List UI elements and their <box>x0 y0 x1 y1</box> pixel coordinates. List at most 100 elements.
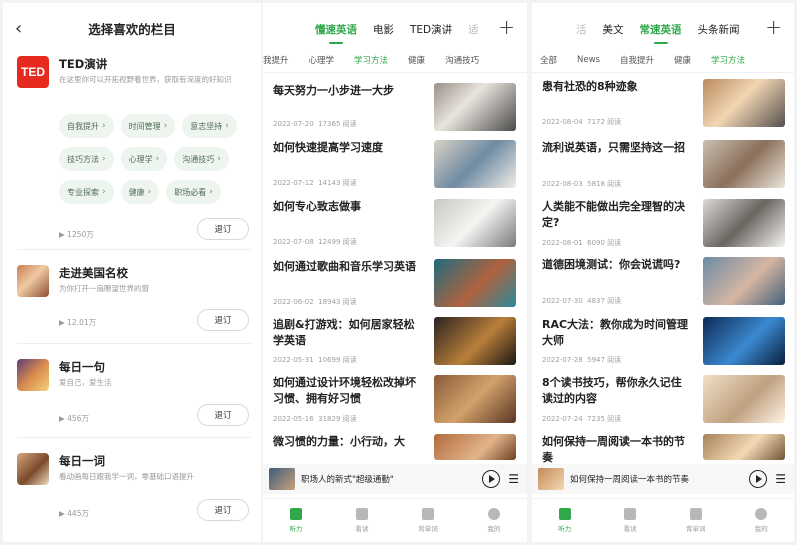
tab-channel[interactable]: 头条新闻 <box>698 22 740 37</box>
chevron-right-icon: › <box>147 187 152 197</box>
tag-label: 专业探索 <box>67 187 99 197</box>
tab-category[interactable]: 健康 <box>674 54 691 66</box>
article-item[interactable]: 追剧&打游戏：如何居家轻松学英语 2022-05-31 10699 阅读 <box>273 317 516 367</box>
article-thumbnail <box>703 140 785 188</box>
plus-icon[interactable]: + <box>498 15 515 39</box>
player-thumbnail <box>269 468 295 490</box>
tab-category[interactable]: 健康 <box>408 54 425 66</box>
nav-words[interactable]: 背单词 <box>395 499 461 542</box>
unsubscribe-button[interactable]: 退订 <box>197 404 249 426</box>
unsubscribe-button[interactable]: 退订 <box>197 218 249 240</box>
chevron-right-icon: › <box>155 154 160 164</box>
tab-channel[interactable]: 常速英语 <box>640 22 682 44</box>
article-item[interactable]: 微习惯的力量：小行动，大 <box>273 434 516 464</box>
tab-category[interactable]: 学习方法 <box>711 54 745 66</box>
subscription-thumbnail <box>17 359 49 391</box>
article-item[interactable]: 人类能不能做出完全理智的决定? 2022-08-01 6090 阅读 <box>542 199 785 249</box>
tab-category[interactable]: 学习方法 <box>354 54 388 66</box>
unsubscribe-button[interactable]: 退订 <box>197 499 249 521</box>
tag-label: 沟通技巧 <box>182 154 215 164</box>
tab-channel[interactable]: 适 <box>468 22 479 37</box>
tag-chip[interactable]: 健康 › <box>120 180 160 204</box>
article-thumbnail <box>703 79 785 127</box>
article-title: 8个读书技巧，帮你永久记住读过的内容 <box>542 376 682 405</box>
article-date: 2022-07-30 <box>542 297 583 305</box>
article-title: 如何通过歌曲和音乐学习英语 <box>273 260 416 273</box>
page-title: 选择喜欢的栏目 <box>88 21 176 37</box>
nav-profile[interactable]: 我的 <box>461 499 527 542</box>
nav-profile[interactable]: 我的 <box>729 499 795 542</box>
tag-chip[interactable]: 职场必看 › <box>166 180 221 204</box>
tag-chip[interactable]: 意志坚持 › <box>182 114 237 138</box>
tag-chip[interactable]: 专业探索 › <box>59 180 114 204</box>
article-item[interactable]: 患有社恐的8种迹象 2022-08-04 7172 阅读 <box>542 79 785 129</box>
nav-label: 背单词 <box>686 525 706 533</box>
tag-chip[interactable]: 技巧方法 › <box>59 147 114 171</box>
play-icon[interactable] <box>482 470 501 488</box>
tab-channel[interactable]: 懂速英语 <box>315 22 357 44</box>
nav-listen[interactable]: 听力 <box>532 499 598 542</box>
subscription-item-ted: TED TED演讲 在这里你可以开拓视野看世界，获取有深度的好知识 自我提升 › … <box>17 56 249 241</box>
article-item[interactable]: 如何专心致志做事 2022-07-08 12499 阅读 <box>273 199 516 249</box>
tag-label: 职场必看 <box>174 187 207 197</box>
tab-category[interactable]: 沟通技巧 <box>445 54 479 66</box>
article-item[interactable]: 每天努力一小步进一大步 2022-07-20 17365 阅读 <box>273 83 516 133</box>
article-meta: 2022-05-31 10699 阅读 <box>273 355 357 365</box>
tag-chip[interactable]: 时间管理 › <box>120 114 176 138</box>
article-list-panel-a: 懂速英语 电影 TED演讲 适 + 我提升 心理学 学习方法 健康 沟通技巧 每… <box>263 3 527 542</box>
article-date: 2022-08-04 <box>542 118 583 126</box>
tag-chip[interactable]: 沟通技巧 › <box>174 147 229 171</box>
plus-icon[interactable]: + <box>765 15 782 39</box>
subscription-item: 每日一句 爱自己，爱生活 ▶ 456万 退订 <box>17 359 249 429</box>
channel-tabs: 活 美文 常速英语 头条新闻 + <box>532 3 794 47</box>
article-item[interactable]: 道德困境测试：你会说谎吗? 2022-07-30 4837 阅读 <box>542 257 785 307</box>
chevron-right-icon: › <box>102 187 106 197</box>
unsubscribe-button[interactable]: 退订 <box>197 309 249 331</box>
tab-category[interactable]: News <box>577 55 600 65</box>
playlist-icon[interactable]: ☰ <box>508 472 519 486</box>
article-item[interactable]: 如何快速提高学习速度 2022-07-12 14143 阅读 <box>273 140 516 190</box>
article-item[interactable]: 如何保持一周阅读一本书的节奏 <box>542 434 785 464</box>
subscription-description: 在这里你可以开拓视野看世界，获取有深度的好知识 <box>59 75 232 84</box>
nav-read[interactable]: 看读 <box>598 499 664 542</box>
article-thumbnail <box>703 434 785 460</box>
subscription-thumbnail <box>17 453 49 485</box>
article-item[interactable]: RAC大法：教你成为时间管理大师 2022-07-28 5947 阅读 <box>542 317 785 367</box>
nav-words[interactable]: 背单词 <box>663 499 729 542</box>
bottom-nav: 听力 看读 背单词 我的 <box>263 498 527 542</box>
mini-player[interactable]: 职场人的新式"超级通勤" ☰ <box>263 464 527 494</box>
tag-chip[interactable]: 心理学 › <box>120 147 168 171</box>
tab-channel[interactable]: 美文 <box>603 22 624 37</box>
tab-category[interactable]: 心理学 <box>309 54 335 66</box>
article-date: 2022-07-28 <box>542 356 583 364</box>
article-reads: 5818 阅读 <box>587 180 622 188</box>
tab-channel[interactable]: TED演讲 <box>410 22 452 37</box>
tab-category[interactable]: 自我提升 <box>620 54 654 66</box>
article-meta: 2022-07-08 12499 阅读 <box>273 237 357 247</box>
nav-listen[interactable]: 听力 <box>263 499 329 542</box>
back-arrow-icon[interactable]: ‹ <box>15 18 22 39</box>
tab-category[interactable]: 我提升 <box>263 54 289 66</box>
playlist-icon[interactable]: ☰ <box>775 472 786 486</box>
nav-label: 听力 <box>558 525 572 533</box>
article-item[interactable]: 如何通过歌曲和音乐学习英语 2022-06-02 18943 阅读 <box>273 259 516 309</box>
nav-label: 我的 <box>754 525 768 533</box>
mini-player[interactable]: 如何保持一周阅读一本书的节奏 ☰ <box>532 464 794 494</box>
tab-channel[interactable]: 活 <box>576 22 587 37</box>
nav-read[interactable]: 看读 <box>329 499 395 542</box>
play-count: ▶ 445万 <box>59 509 89 518</box>
player-title: 职场人的新式"超级通勤" <box>301 475 394 485</box>
article-item[interactable]: 8个读书技巧，帮你永久记住读过的内容 2022-07-24 7235 阅读 <box>542 375 785 425</box>
tab-channel[interactable]: 电影 <box>373 22 394 37</box>
ted-logo: TED <box>17 56 49 88</box>
article-meta: 2022-07-12 14143 阅读 <box>273 178 357 188</box>
play-icon[interactable] <box>749 470 768 488</box>
nav-label: 我的 <box>487 525 501 533</box>
article-item[interactable]: 如何通过设计环境轻松改掉坏习惯、拥有好习惯 2022-05-16 31829 阅… <box>273 375 516 425</box>
article-item[interactable]: 流利说英语，只需坚持这一招 2022-08-03 5818 阅读 <box>542 140 785 190</box>
article-date: 2022-05-16 <box>273 415 314 423</box>
article-meta: 2022-08-04 7172 阅读 <box>542 117 621 127</box>
article-title: 每天努力一小步进一大步 <box>273 84 394 97</box>
tab-category[interactable]: 全部 <box>540 54 557 66</box>
tag-chip[interactable]: 自我提升 › <box>59 114 114 138</box>
